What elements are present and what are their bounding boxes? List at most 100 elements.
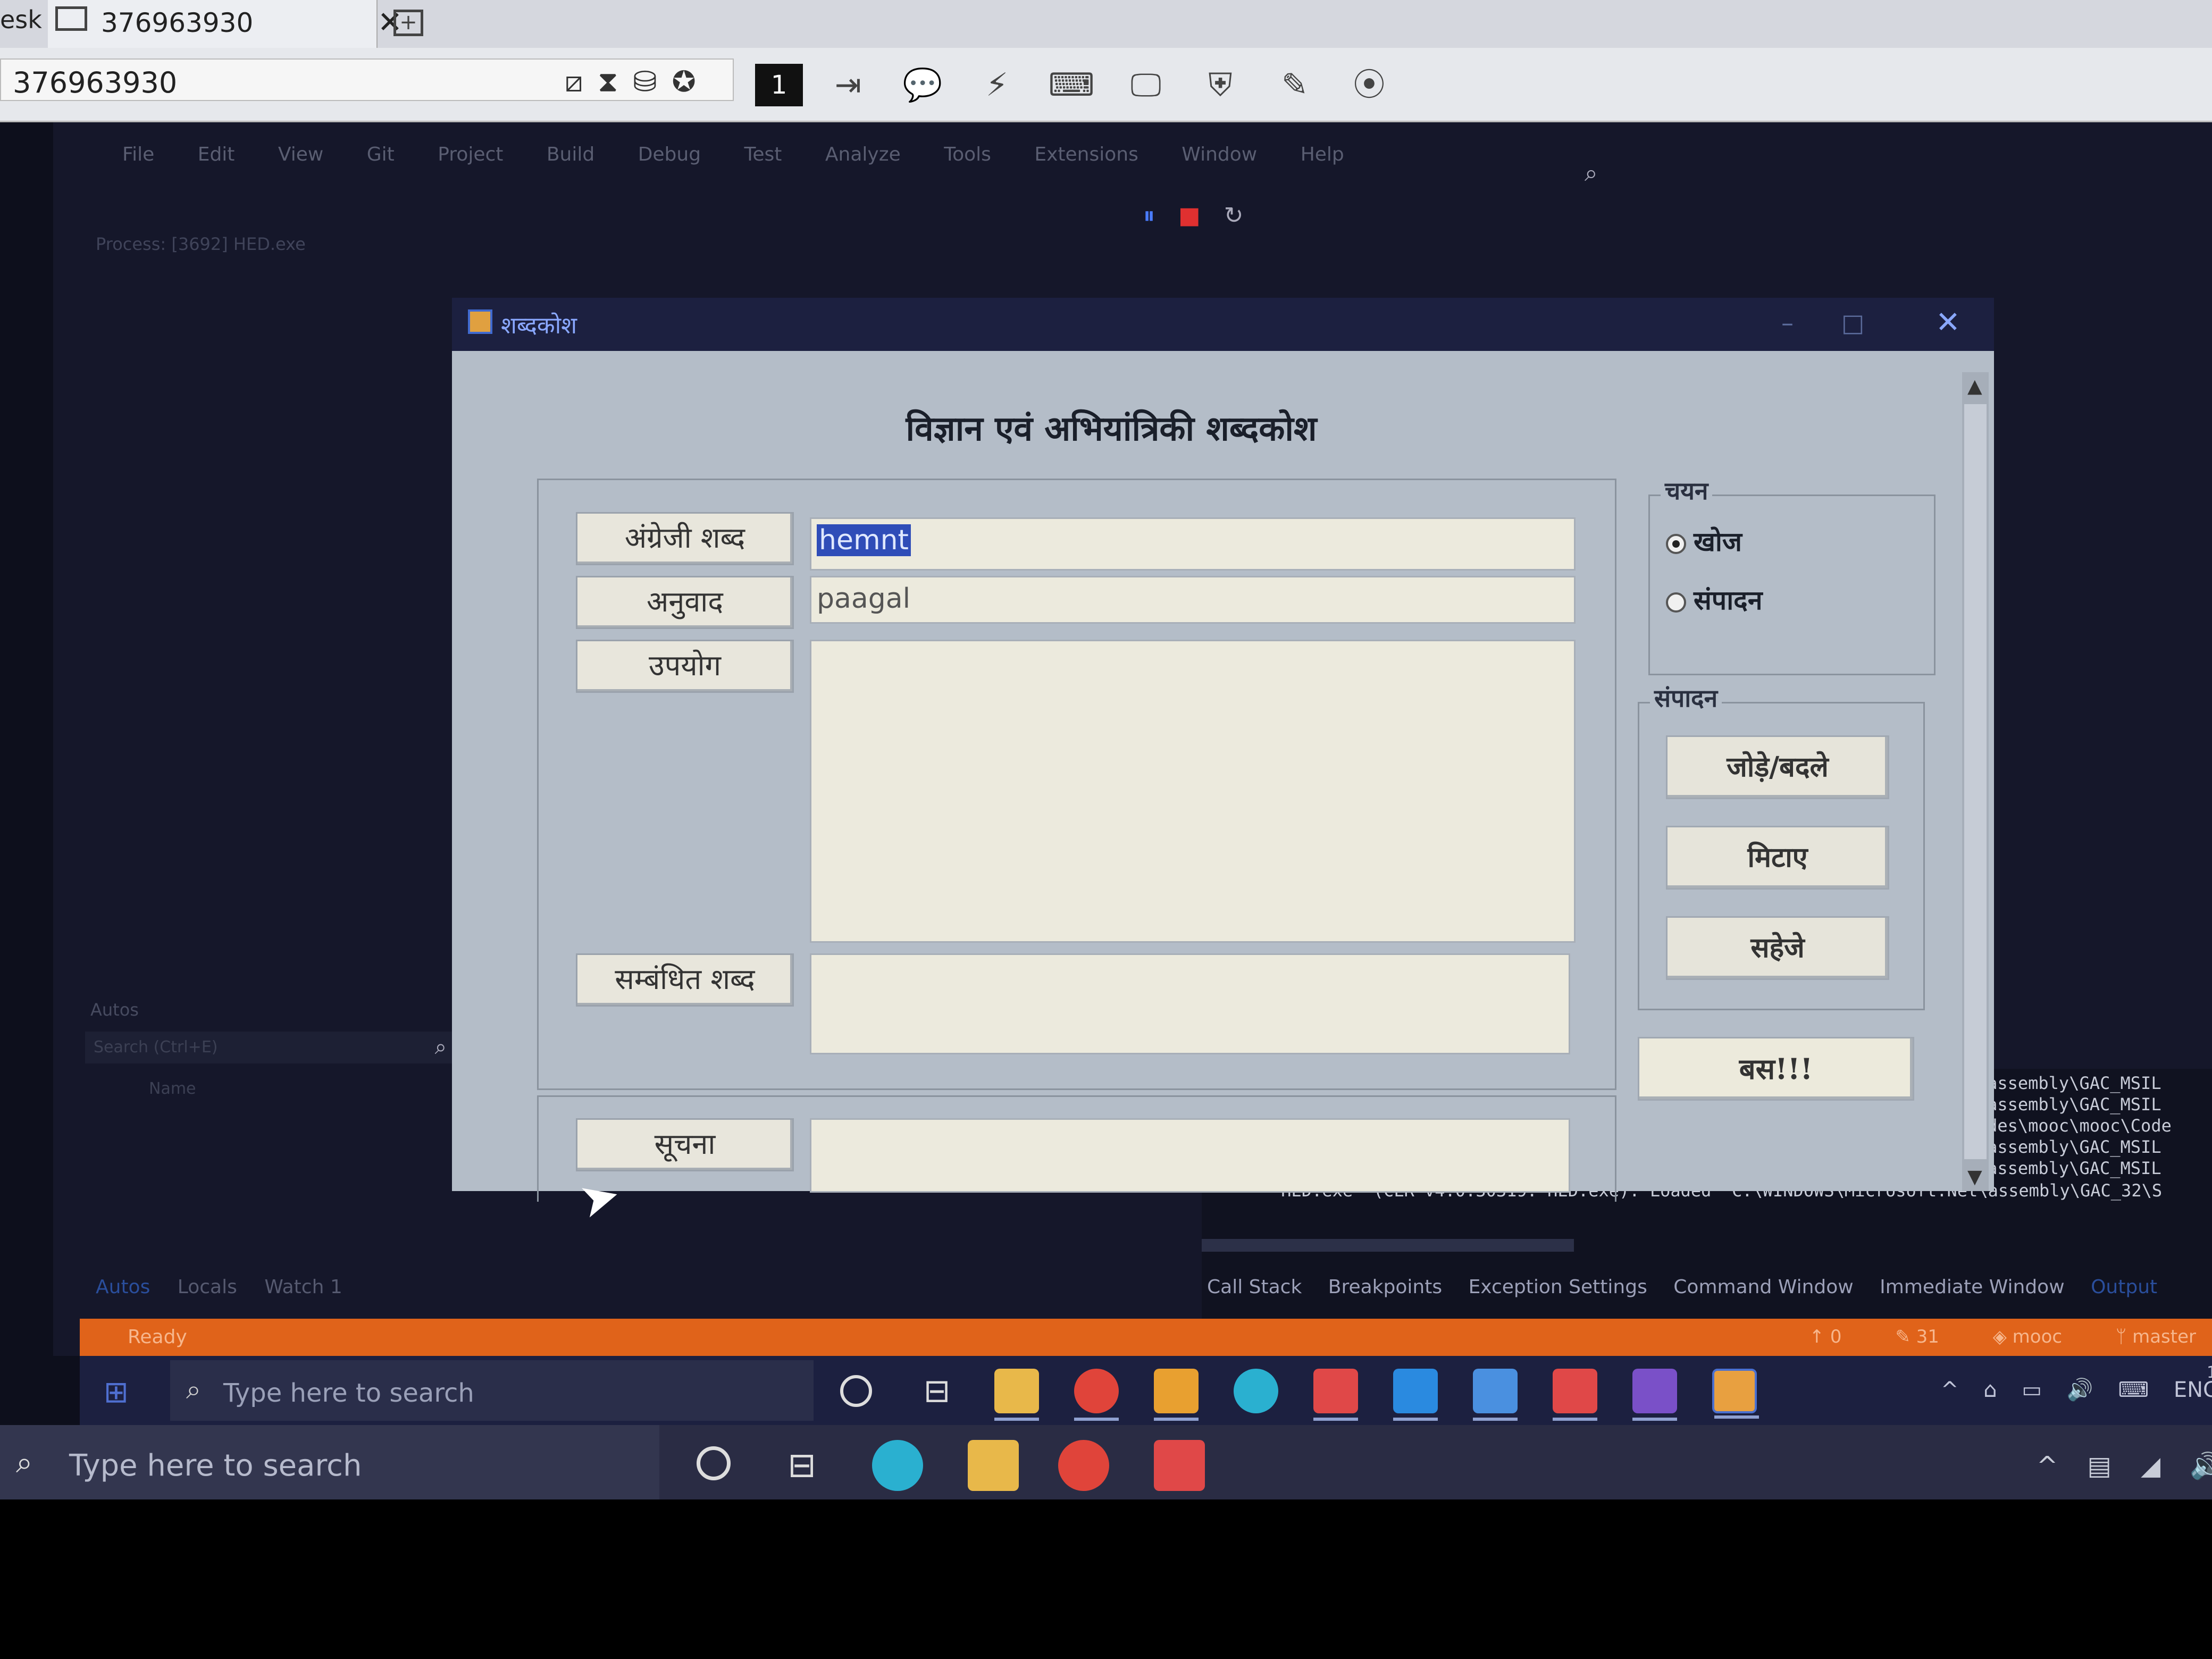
remote-id-field[interactable]: 376963930 ⧄⧗⛁✪ bbox=[0, 58, 734, 101]
usage-textarea[interactable] bbox=[810, 640, 1576, 943]
draw-pen-icon[interactable]: ✎ bbox=[1271, 64, 1319, 106]
close-icon[interactable]: ✕ bbox=[1936, 305, 1960, 340]
save-button[interactable]: सहेजे bbox=[1666, 916, 1889, 980]
chrome-icon[interactable] bbox=[1074, 1369, 1119, 1421]
anydesk-icon[interactable] bbox=[1313, 1369, 1358, 1421]
autos-search-input[interactable]: Search (Ctrl+E) ⌕ bbox=[85, 1032, 452, 1063]
menu-edit[interactable]: Edit bbox=[198, 144, 235, 165]
search-radio-label: खोज bbox=[1694, 526, 1742, 557]
selection-group-title: चयन bbox=[1661, 474, 1713, 507]
volume-icon[interactable]: 🔊 bbox=[2067, 1378, 2093, 1402]
task-view-icon[interactable]: ⊟ bbox=[915, 1369, 959, 1413]
keyboard-icon[interactable]: ⌨ bbox=[1048, 64, 1095, 106]
status-pushes[interactable]: ↑ 0 bbox=[1809, 1326, 1842, 1347]
notice-field[interactable] bbox=[810, 1118, 1570, 1193]
status-repo[interactable]: ◈ mooc bbox=[1993, 1326, 2062, 1347]
delete-button[interactable]: मिटाए bbox=[1666, 826, 1889, 890]
azure-icon[interactable] bbox=[1473, 1369, 1518, 1421]
add-change-button[interactable]: जोड़े/बदले bbox=[1666, 735, 1889, 799]
chat-icon[interactable]: 💬 bbox=[899, 64, 946, 106]
tray-chevron-icon[interactable]: ^ bbox=[1941, 1378, 1959, 1402]
anydesk-icon[interactable] bbox=[1154, 1440, 1205, 1491]
output-scrollbar[interactable] bbox=[1202, 1239, 1574, 1252]
network-icon[interactable]: ▤ bbox=[2087, 1451, 2111, 1481]
scroll-thumb[interactable] bbox=[1964, 404, 1987, 1159]
exit-button[interactable]: बस!!! bbox=[1638, 1037, 1914, 1101]
new-tab-button[interactable]: + bbox=[393, 10, 423, 36]
menu-build[interactable]: Build bbox=[547, 144, 594, 165]
edge-icon[interactable] bbox=[872, 1440, 923, 1491]
vscode-icon[interactable] bbox=[1393, 1369, 1438, 1421]
file-explorer-icon[interactable] bbox=[994, 1369, 1039, 1421]
related-words-field[interactable] bbox=[810, 953, 1570, 1054]
search-radio[interactable]: खोज bbox=[1666, 523, 1742, 559]
edit-radio[interactable]: संपादन bbox=[1666, 581, 1762, 617]
tab-command-window[interactable]: Command Window bbox=[1673, 1276, 1853, 1298]
translation-field[interactable]: paagal bbox=[810, 576, 1576, 624]
dictionary-scrollbar[interactable]: ▲ ▼ bbox=[1962, 372, 1989, 1191]
tab-watch[interactable]: Watch 1 bbox=[264, 1276, 342, 1298]
english-word-label-button[interactable]: अंग्रेजी शब्द bbox=[576, 512, 794, 565]
battery-icon[interactable]: ▭ bbox=[2022, 1378, 2042, 1402]
wifi-icon[interactable]: ◢ bbox=[2141, 1451, 2160, 1481]
dictionary-titlebar[interactable]: शब्दकोश –□ ✕ bbox=[452, 298, 1994, 351]
chrome-icon[interactable] bbox=[1058, 1440, 1109, 1491]
keyboard-icon[interactable]: ⌨ bbox=[2118, 1378, 2149, 1402]
file-transfer-icon[interactable]: ⇥ bbox=[824, 64, 872, 106]
windows-start-icon[interactable]: ⊞ bbox=[104, 1375, 129, 1410]
usage-label-button[interactable]: उपयोग bbox=[576, 640, 794, 693]
tab-call-stack[interactable]: Call Stack bbox=[1207, 1276, 1302, 1298]
edge-icon[interactable] bbox=[1234, 1369, 1278, 1413]
tab-immediate-window[interactable]: Immediate Window bbox=[1880, 1276, 2064, 1298]
menu-window[interactable]: Window bbox=[1182, 144, 1257, 165]
record-icon[interactable]: ⦿ bbox=[1345, 64, 1393, 106]
menu-help[interactable]: Help bbox=[1301, 144, 1344, 165]
volume-icon[interactable]: 🔊 bbox=[2190, 1451, 2212, 1481]
tray-chevron-icon[interactable]: ^ bbox=[2037, 1451, 2058, 1481]
menu-view[interactable]: View bbox=[278, 144, 323, 165]
anydesk-icon-2[interactable] bbox=[1553, 1369, 1597, 1421]
status-branch[interactable]: ᛘ master bbox=[2116, 1326, 2196, 1347]
scroll-down-icon[interactable]: ▼ bbox=[1967, 1166, 1982, 1188]
file-explorer-icon[interactable] bbox=[968, 1440, 1019, 1491]
cortana-icon[interactable] bbox=[840, 1375, 872, 1407]
menu-project[interactable]: Project bbox=[438, 144, 503, 165]
tab-breakpoints[interactable]: Breakpoints bbox=[1328, 1276, 1442, 1298]
menu-file[interactable]: File bbox=[122, 144, 154, 165]
tab-exception-settings[interactable]: Exception Settings bbox=[1469, 1276, 1647, 1298]
search-icon[interactable]: ⌕ bbox=[1585, 160, 1598, 187]
menu-tools[interactable]: Tools bbox=[944, 144, 991, 165]
tab-output[interactable]: Output bbox=[2091, 1276, 2157, 1298]
monitor-select-button[interactable]: 1 bbox=[755, 64, 803, 106]
cortana-icon[interactable] bbox=[697, 1446, 731, 1480]
translation-label-button[interactable]: अनुवाद bbox=[576, 576, 794, 629]
menu-test[interactable]: Test bbox=[744, 144, 782, 165]
remote-taskbar-search[interactable]: ⌕ Type here to search bbox=[170, 1360, 814, 1421]
menu-analyze[interactable]: Analyze bbox=[825, 144, 901, 165]
remote-session-tab[interactable]: 376963930 ✕ bbox=[48, 0, 403, 48]
sublime-icon[interactable] bbox=[1154, 1369, 1199, 1421]
window-min-max[interactable]: –□ bbox=[1781, 308, 1912, 337]
pause-icon[interactable]: ⏸ bbox=[1143, 202, 1155, 229]
id-field-icons[interactable]: ⧄⧗⛁✪ bbox=[565, 65, 711, 99]
related-words-label-button[interactable]: सम्बंधित शब्द bbox=[576, 953, 794, 1007]
notice-label-button[interactable]: सूचना bbox=[576, 1118, 794, 1171]
dictionary-app-icon[interactable] bbox=[1712, 1369, 1759, 1419]
menu-git[interactable]: Git bbox=[367, 144, 395, 165]
stop-icon[interactable]: ■ bbox=[1178, 202, 1201, 229]
display-icon[interactable]: 🖵 bbox=[1122, 64, 1170, 106]
tab-locals[interactable]: Locals bbox=[178, 1276, 237, 1298]
tab-autos[interactable]: Autos bbox=[96, 1276, 150, 1298]
actions-lightning-icon[interactable]: ⚡ bbox=[973, 64, 1021, 106]
english-word-field[interactable]: hemnt bbox=[810, 517, 1576, 571]
menu-extensions[interactable]: Extensions bbox=[1034, 144, 1138, 165]
scroll-up-icon[interactable]: ▲ bbox=[1967, 375, 1982, 397]
menu-debug[interactable]: Debug bbox=[638, 144, 701, 165]
visual-studio-icon[interactable] bbox=[1632, 1369, 1677, 1421]
network-icon[interactable]: ⌂ bbox=[1983, 1378, 1997, 1402]
status-changes[interactable]: ✎ 31 bbox=[1895, 1326, 1939, 1347]
task-view-icon[interactable]: ⊟ bbox=[776, 1440, 827, 1491]
host-taskbar-search[interactable]: ⌕ Type here to search bbox=[0, 1425, 659, 1499]
shield-icon[interactable]: ⛨ bbox=[1196, 64, 1244, 106]
restart-icon[interactable]: ↻ bbox=[1224, 202, 1244, 229]
